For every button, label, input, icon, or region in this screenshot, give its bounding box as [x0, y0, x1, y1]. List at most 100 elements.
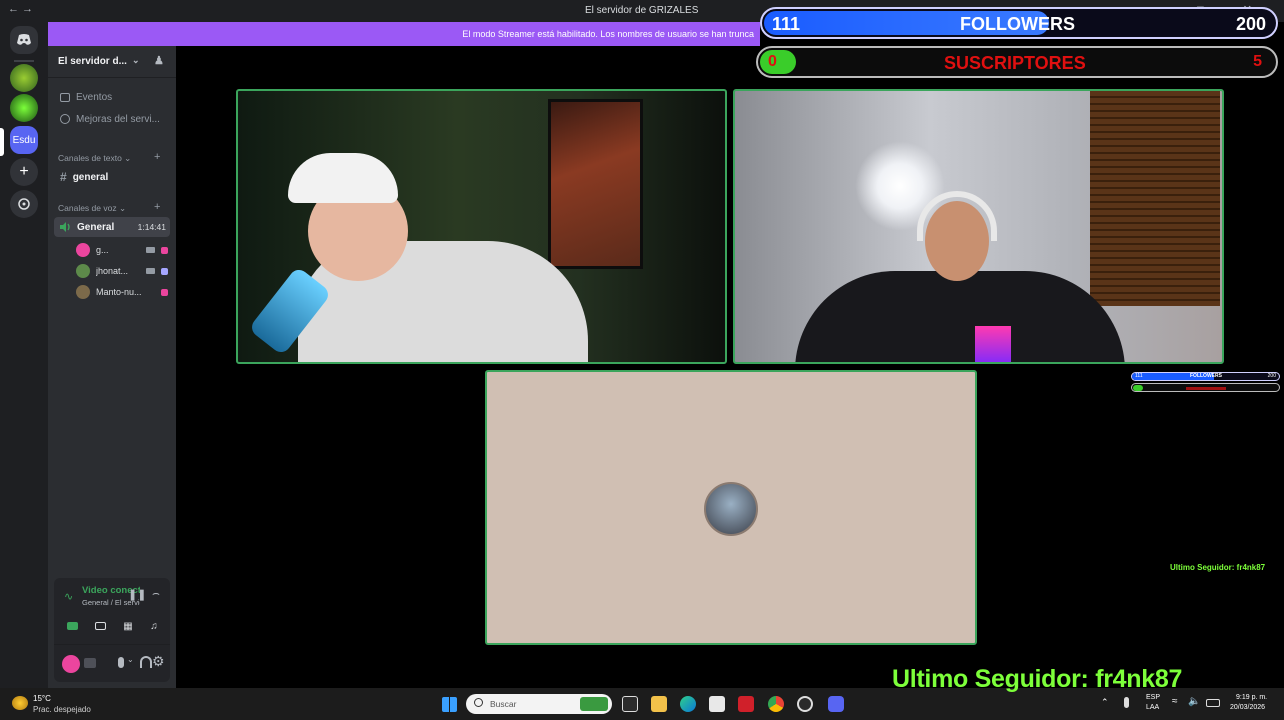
start-icon[interactable]: [442, 697, 457, 712]
search-highlight-icon: [580, 697, 608, 711]
add-voice-channel-icon[interactable]: +: [154, 201, 160, 213]
video-tile-2[interactable]: [733, 89, 1224, 364]
window-title: El servidor de GRIZALES: [585, 5, 699, 16]
mini-followers-goal: 200: [1267, 373, 1276, 379]
sidebar-item-events[interactable]: Eventos: [54, 87, 170, 107]
chevron-down-icon: ⌄: [132, 55, 140, 65]
server-icon-2[interactable]: [10, 94, 38, 122]
task-view-icon[interactable]: [622, 696, 638, 712]
search-box[interactable]: Buscar: [466, 694, 612, 714]
voice-user[interactable]: Manto-nu...: [76, 283, 168, 301]
channel-general-voice[interactable]: General 1:14:41: [54, 217, 170, 237]
microphone-icon[interactable]: [118, 657, 124, 668]
stream-icon: [161, 267, 168, 275]
avatar[interactable]: [62, 655, 80, 673]
voice-user[interactable]: g...: [76, 241, 168, 259]
battery-icon[interactable]: [1206, 699, 1220, 707]
window-blinds: [1090, 91, 1220, 306]
server-name: El servidor d...: [58, 56, 127, 67]
channel-general-text[interactable]: # general: [54, 167, 170, 187]
edge-icon[interactable]: [680, 696, 696, 712]
subs-label: SUSCRIPTORES: [944, 53, 1086, 73]
followers-goal-bar: 111 FOLLOWERS 200: [760, 7, 1278, 39]
baseball-cap: [288, 153, 398, 203]
soundboard-icon: ♫: [150, 620, 158, 632]
screen-share-button[interactable]: [88, 616, 112, 636]
mini-followers-current: 111: [1135, 373, 1143, 379]
explore-icon[interactable]: [10, 190, 38, 218]
chrome-icon[interactable]: [768, 696, 784, 712]
video-tile-3[interactable]: [485, 370, 977, 645]
add-server-icon[interactable]: +: [10, 158, 38, 186]
sidebar-item-label: Mejoras del servi...: [76, 113, 160, 125]
obs-icon[interactable]: [797, 696, 813, 712]
server-icon-1[interactable]: [10, 64, 38, 92]
activities-button[interactable]: ▦: [116, 616, 140, 636]
server-header[interactable]: El servidor d... ⌄ ♟: [48, 46, 176, 78]
clock-date[interactable]: 20/03/2026: [1230, 704, 1265, 711]
discord-home-icon[interactable]: [10, 26, 38, 54]
streamer-mode-banner: El modo Streamer está habilitado. Los no…: [48, 22, 760, 46]
sidebar-item-label: Eventos: [76, 91, 113, 103]
signal-icon: ∿: [64, 591, 74, 603]
subs-goal-bar: 0 SUSCRIPTORES 5: [756, 46, 1278, 78]
chevron-down-icon[interactable]: ⌄: [127, 655, 134, 664]
activities-icon: ▦: [123, 620, 133, 632]
screen-share-icon: [94, 622, 106, 630]
file-explorer-icon[interactable]: [651, 696, 667, 712]
mini-subs-label: [1186, 387, 1226, 390]
store-icon[interactable]: [709, 696, 725, 712]
video-stage: [176, 46, 1284, 688]
last-follower-small: Ultimo Seguidor: fr4nk87: [1170, 563, 1266, 572]
weather-desc[interactable]: Prac. despejado: [33, 705, 91, 714]
category-text-channels[interactable]: Canales de texto ⌄: [58, 153, 131, 164]
avatar: [76, 285, 90, 299]
headphones-icon[interactable]: [140, 656, 152, 668]
mini-subs-fill: [1133, 385, 1143, 391]
camera-icon: [146, 247, 155, 253]
avatar: [76, 264, 90, 278]
video-tile-1[interactable]: [236, 89, 727, 364]
clock-time[interactable]: 9:19 p. m.: [1236, 694, 1267, 701]
lang-bottom[interactable]: LAA: [1146, 704, 1159, 711]
stream-icon: [161, 288, 168, 296]
last-follower: Ultimo Seguidor: fr4nk87: [892, 665, 1183, 693]
hash-icon: #: [60, 170, 67, 184]
voice-connection-panel: ∿ Video conectad General / El servid... …: [54, 578, 170, 682]
followers-label: FOLLOWERS: [960, 14, 1075, 34]
add-channel-icon[interactable]: +: [154, 151, 160, 163]
camera-icon: [146, 268, 155, 274]
nav-arrows[interactable]: ← →: [8, 3, 33, 15]
mini-subs-bar: [1131, 383, 1280, 392]
lang-top[interactable]: ESP: [1146, 694, 1160, 701]
user-area: ⌄ ⚙: [54, 644, 170, 682]
mini-followers-label: FOLLOWERS: [1190, 373, 1222, 379]
volume-icon[interactable]: 🔈: [1188, 696, 1200, 707]
followers-goal: 200: [1235, 14, 1266, 34]
voice-user[interactable]: jhonat...: [76, 262, 168, 280]
sidebar-item-boosts[interactable]: Mejoras del servi...: [54, 109, 170, 129]
disconnect-icon[interactable]: ⌢: [152, 586, 160, 601]
person-figure: [795, 271, 1125, 362]
soundboard-button[interactable]: ♫: [142, 616, 166, 636]
noise-suppression-icon[interactable]: ❚❚: [128, 588, 146, 601]
chevron-up-icon[interactable]: ⌃: [1101, 697, 1109, 708]
server-icon-active[interactable]: Esdu: [10, 126, 38, 154]
invite-icon[interactable]: ♟: [154, 54, 164, 67]
subs-goal: 5: [1253, 53, 1262, 70]
settings-gear-icon[interactable]: ⚙: [152, 653, 165, 670]
username-masked: [84, 658, 96, 668]
amd-app-icon[interactable]: [738, 696, 754, 712]
wifi-icon[interactable]: ≈: [1172, 696, 1178, 707]
wall-poster: [548, 99, 643, 269]
speaker-icon: [60, 222, 70, 232]
call-timer: 1:14:41: [137, 222, 166, 232]
search-placeholder: Buscar: [490, 699, 517, 709]
weather-temp[interactable]: 15°C: [33, 694, 51, 703]
category-voice-channels[interactable]: Canales de voz ⌄: [58, 203, 126, 214]
camera-button[interactable]: [60, 616, 84, 636]
microphone-tray-icon[interactable]: [1124, 697, 1129, 708]
discord-taskbar-icon[interactable]: [828, 696, 844, 712]
avatar: [76, 243, 90, 257]
stream-icon: [161, 246, 168, 254]
